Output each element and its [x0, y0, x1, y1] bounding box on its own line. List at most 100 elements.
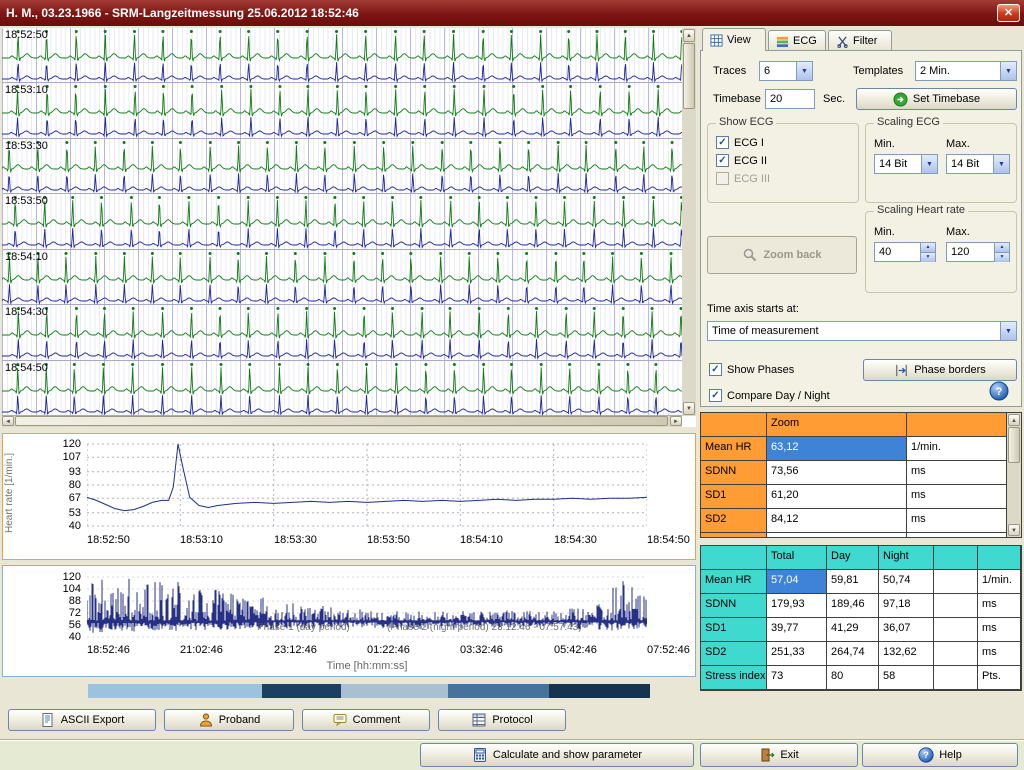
show-phases-checkbox[interactable]: ✓: [709, 363, 722, 376]
title-bar[interactable]: H. M., 03.23.1966 - SRM-Langzeitmessung …: [0, 0, 1024, 26]
ecg-row[interactable]: 18:54:50: [2, 361, 682, 416]
row-label-cell[interactable]: SD2: [701, 642, 767, 666]
phase-segment[interactable]: [88, 684, 262, 698]
row-label-cell[interactable]: SDNN: [701, 594, 767, 618]
scroll-up-button[interactable]: ▲: [683, 29, 695, 42]
ecg-row[interactable]: 18:53:10: [2, 83, 682, 138]
unit-cell[interactable]: 1/min.: [978, 570, 1021, 594]
ecg-row[interactable]: 18:53:30: [2, 139, 682, 194]
close-button[interactable]: ✕: [997, 4, 1020, 22]
spin-down-icon[interactable]: ▼: [995, 253, 1009, 262]
total-cell[interactable]: 73: [767, 666, 827, 690]
protocol-button[interactable]: Protocol: [438, 709, 566, 731]
night-cell[interactable]: 132,62: [879, 642, 934, 666]
day-cell[interactable]: 264,74: [827, 642, 879, 666]
scroll-down-button[interactable]: ▼: [683, 402, 695, 415]
time-axis-dropdown[interactable]: Time of measurement ▼: [707, 321, 1017, 341]
ecg1-checkbox[interactable]: ✓: [716, 136, 729, 149]
help-button[interactable]: ? Help: [862, 743, 1018, 767]
value-cell[interactable]: 61,20: [767, 485, 907, 509]
scroll-up-button[interactable]: ▲: [1008, 414, 1020, 426]
heart-rate-chart[interactable]: Heart rate [1/min.] 120 107 93 80 67 53 …: [2, 433, 696, 560]
row-label-cell[interactable]: SD1: [701, 618, 767, 642]
day-cell[interactable]: 189,46: [827, 594, 879, 618]
proband-button[interactable]: Proband: [164, 709, 294, 731]
row-label-cell[interactable]: Mean HR: [701, 570, 767, 594]
dropdown-arrow-icon[interactable]: ▼: [993, 155, 1009, 173]
total-cell[interactable]: 57,04: [767, 570, 827, 594]
phase-segment[interactable]: [341, 684, 448, 698]
traces-dropdown[interactable]: 6 ▼: [759, 61, 813, 81]
dropdown-arrow-icon[interactable]: ▼: [1000, 62, 1016, 80]
unit-cell[interactable]: ms: [978, 642, 1021, 666]
tab-view[interactable]: View: [702, 28, 766, 51]
phase-segment[interactable]: [448, 684, 549, 698]
show-phases-checkbox-row[interactable]: ✓Show Phases: [709, 363, 794, 376]
ecg-row[interactable]: 18:54:10: [2, 250, 682, 305]
ecg1-checkbox-row[interactable]: ✓ECG I: [716, 136, 764, 149]
tab-filter[interactable]: Filter: [828, 30, 892, 51]
row-label-cell[interactable]: SD1: [701, 485, 767, 509]
row-label-cell[interactable]: Stress index: [701, 666, 767, 690]
scrollbar-thumb[interactable]: [15, 416, 668, 426]
phase-bar[interactable]: [88, 684, 650, 698]
row-label-cell[interactable]: Mean HR: [701, 437, 767, 461]
scroll-left-button[interactable]: ◄: [2, 416, 14, 426]
phase-segment[interactable]: [549, 684, 650, 698]
compare-day-night-checkbox-row[interactable]: ✓Compare Day / Night: [709, 389, 830, 402]
scrollbar-thumb[interactable]: [1008, 427, 1020, 463]
night-cell[interactable]: 58: [879, 666, 934, 690]
ascii-export-button[interactable]: ASCII Export: [8, 709, 156, 731]
day-cell[interactable]: 80: [827, 666, 879, 690]
unit-cell[interactable]: 1/min.: [907, 437, 1007, 461]
comment-button[interactable]: Comment: [302, 709, 430, 731]
hr-plot[interactable]: [87, 440, 647, 530]
ecg2-checkbox[interactable]: ✓: [716, 154, 729, 167]
phase-segment[interactable]: [262, 684, 341, 698]
total-cell[interactable]: 179,93: [767, 594, 827, 618]
ecg-row[interactable]: 18:52:50: [2, 28, 682, 83]
help-ball-button[interactable]: ?: [989, 381, 1009, 401]
day-cell[interactable]: 59,81: [827, 570, 879, 594]
spin-up-icon[interactable]: ▲: [995, 243, 1009, 253]
dropdown-arrow-icon[interactable]: ▼: [796, 62, 812, 80]
ecg-row[interactable]: 18:53:50: [2, 194, 682, 249]
zoom-table-scrollbar[interactable]: ▲ ▼: [1007, 413, 1021, 537]
dropdown-arrow-icon[interactable]: ▼: [921, 155, 937, 173]
value-cell[interactable]: 63,12: [767, 437, 907, 461]
compare-day-night-checkbox[interactable]: ✓: [709, 389, 722, 402]
set-timebase-button[interactable]: Set Timebase: [856, 88, 1017, 110]
hr-min-spinner[interactable]: 40 ▲▼: [874, 242, 936, 262]
scroll-right-button[interactable]: ►: [670, 416, 682, 426]
night-cell[interactable]: 97,18: [879, 594, 934, 618]
row-label-cell[interactable]: SD2: [701, 509, 767, 533]
day-cell[interactable]: 41,29: [827, 618, 879, 642]
overview-plot[interactable]: Phase 1 (day period) (Phase 2 (night per…: [87, 574, 647, 640]
value-cell[interactable]: 73,56: [767, 461, 907, 485]
scrollbar-thumb[interactable]: [683, 43, 695, 109]
exit-button[interactable]: Exit: [700, 743, 858, 767]
hr-max-spinner[interactable]: 120 ▲▼: [946, 242, 1010, 262]
overview-chart[interactable]: 120 104 88 72 56 40 Phase 1 (day period)…: [2, 565, 696, 677]
night-cell[interactable]: 36,07: [879, 618, 934, 642]
zoom-back-button[interactable]: Zoom back: [707, 236, 857, 274]
ecg-vertical-scrollbar[interactable]: ▲ ▼: [682, 28, 696, 416]
ecg2-checkbox-row[interactable]: ✓ECG II: [716, 154, 767, 167]
ecg-row[interactable]: 18:54:30: [2, 305, 682, 360]
total-cell[interactable]: 39,77: [767, 618, 827, 642]
row-label-cell[interactable]: SDNN: [701, 461, 767, 485]
ecg-horizontal-scrollbar[interactable]: ◄ ►: [2, 416, 682, 427]
tab-ecg[interactable]: ECG: [768, 30, 826, 51]
unit-cell[interactable]: ms: [978, 594, 1021, 618]
unit-cell[interactable]: Pts.: [978, 666, 1021, 690]
spin-up-icon[interactable]: ▲: [921, 243, 935, 253]
dropdown-arrow-icon[interactable]: ▼: [1000, 322, 1016, 340]
scaling-ecg-min-dropdown[interactable]: 14 Bit ▼: [874, 154, 938, 174]
unit-cell[interactable]: ms: [907, 485, 1007, 509]
unit-cell[interactable]: ms: [907, 509, 1007, 533]
timebase-input[interactable]: [765, 89, 815, 109]
unit-cell[interactable]: ms: [978, 618, 1021, 642]
scaling-ecg-max-dropdown[interactable]: 14 Bit ▼: [946, 154, 1010, 174]
value-cell[interactable]: 84,12: [767, 509, 907, 533]
spin-down-icon[interactable]: ▼: [921, 253, 935, 262]
